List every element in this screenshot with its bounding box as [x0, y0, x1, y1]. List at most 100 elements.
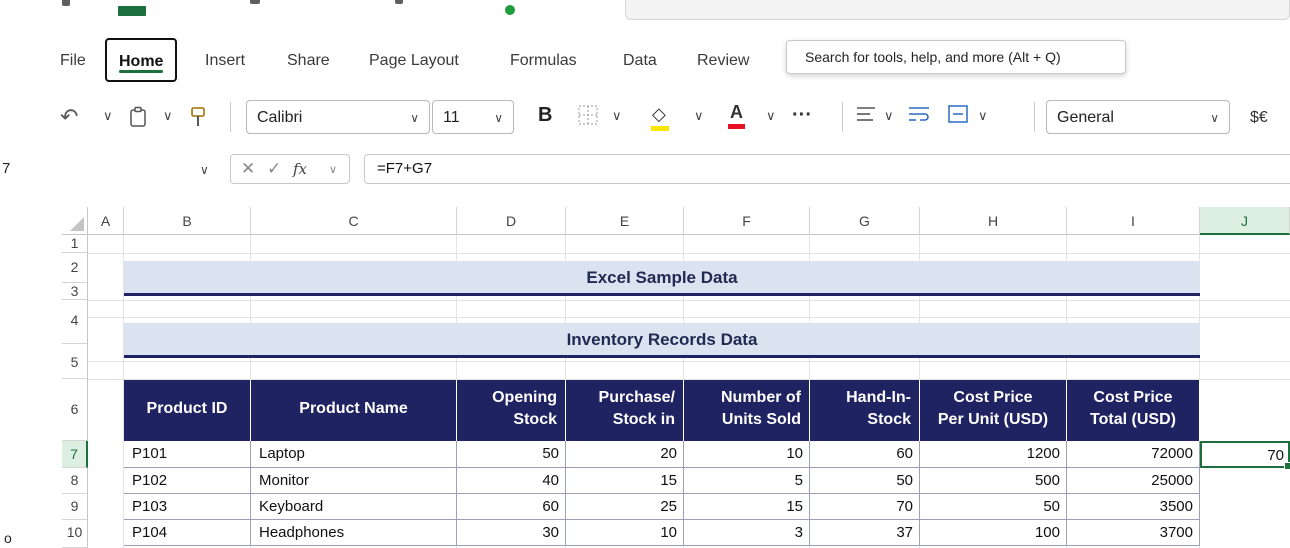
cell-g9[interactable]: 70 — [810, 494, 920, 520]
currency-format-button[interactable]: $€ — [1250, 107, 1268, 129]
cell-e7[interactable]: 20 — [566, 441, 684, 468]
search-box[interactable] — [625, 0, 1290, 20]
borders-icon[interactable] — [578, 105, 598, 130]
paste-icon[interactable] — [129, 106, 147, 133]
cancel-icon[interactable]: ✕ — [241, 159, 255, 179]
tab-file[interactable]: File — [60, 52, 86, 70]
table-header-units-sold[interactable]: Number of Units Sold — [684, 380, 810, 441]
insert-function-icon[interactable]: fx — [293, 160, 307, 178]
cell-f8[interactable]: 5 — [684, 468, 810, 494]
cell-e8[interactable]: 15 — [566, 468, 684, 494]
tab-insert[interactable]: Insert — [205, 52, 245, 70]
column-header-h[interactable]: H — [920, 207, 1067, 235]
fill-color-icon[interactable]: ◇ — [651, 104, 669, 131]
cell-h8[interactable]: 500 — [920, 468, 1067, 494]
row-header-4[interactable]: 4 — [62, 300, 88, 344]
row-header-9[interactable]: 9 — [62, 494, 88, 520]
cell-h9[interactable]: 50 — [920, 494, 1067, 520]
cell-e9[interactable]: 25 — [566, 494, 684, 520]
tab-data[interactable]: Data — [623, 52, 657, 70]
cell-g7[interactable]: 60 — [810, 441, 920, 468]
cell-g8[interactable]: 50 — [810, 468, 920, 494]
table-header-purchase[interactable]: Purchase/Stock in — [566, 380, 684, 441]
table-header-product-name[interactable]: Product Name — [251, 380, 457, 441]
row-header-2[interactable]: 2 — [62, 253, 88, 283]
cell-h10[interactable]: 100 — [920, 520, 1067, 546]
table-header-cost-per-unit[interactable]: Cost Price Per Unit (USD) — [920, 380, 1067, 441]
number-format-dropdown[interactable]: General ∨ — [1046, 100, 1230, 134]
tab-formulas[interactable]: Formulas — [510, 52, 577, 70]
column-header-i[interactable]: I — [1067, 207, 1200, 235]
cell-f7[interactable]: 10 — [684, 441, 810, 468]
cell-f10[interactable]: 3 — [684, 520, 810, 546]
table-header-product-id[interactable]: Product ID — [124, 380, 251, 441]
chevron-down-icon[interactable]: ∨ — [163, 108, 173, 124]
cell-b10[interactable]: P104 — [124, 520, 251, 546]
column-header-b[interactable]: B — [124, 207, 251, 235]
column-header-f[interactable]: F — [684, 207, 810, 235]
column-header-d[interactable]: D — [457, 207, 566, 235]
table-header-hand-in-stock[interactable]: Hand-In- Stock — [810, 380, 920, 441]
cell-d9[interactable]: 60 — [457, 494, 566, 520]
font-name-dropdown[interactable]: Calibri ∨ — [246, 100, 430, 134]
row-header-10[interactable]: 10 — [62, 520, 88, 548]
tab-page-layout[interactable]: Page Layout — [369, 52, 459, 70]
chevron-down-icon[interactable]: ∨ — [329, 163, 337, 176]
worksheet-grid[interactable]: A B C D E F G H I J 1 2 3 4 5 6 7 8 9 10… — [62, 207, 1290, 548]
table-header-opening-stock[interactable]: Opening Stock — [457, 380, 566, 441]
merge-center-icon[interactable] — [948, 105, 968, 128]
select-all-button[interactable] — [62, 207, 88, 235]
tab-review[interactable]: Review — [697, 52, 749, 70]
column-header-c[interactable]: C — [251, 207, 457, 235]
cell-c8[interactable]: Monitor — [251, 468, 457, 494]
row-header-3[interactable]: 3 — [62, 283, 88, 300]
format-painter-icon[interactable] — [190, 106, 206, 133]
row-header-5[interactable]: 5 — [62, 344, 88, 379]
wrap-text-icon[interactable] — [908, 105, 930, 128]
font-size-dropdown[interactable]: 11 ∨ — [432, 100, 514, 134]
chevron-down-icon[interactable]: ∨ — [694, 108, 704, 124]
tab-home[interactable]: Home — [105, 38, 178, 82]
row-header-7[interactable]: 7 — [62, 441, 88, 468]
column-header-a[interactable]: A — [88, 207, 124, 235]
cell-i10[interactable]: 3700 — [1067, 520, 1200, 546]
row-header-8[interactable]: 8 — [62, 468, 88, 494]
cell-i9[interactable]: 3500 — [1067, 494, 1200, 520]
name-box[interactable]: 7 ∨ — [0, 154, 220, 184]
column-header-e[interactable]: E — [566, 207, 684, 235]
tab-share[interactable]: Share — [287, 52, 330, 70]
cell-b9[interactable]: P103 — [124, 494, 251, 520]
cell-i7[interactable]: 72000 — [1067, 441, 1200, 468]
cell-c7[interactable]: Laptop — [251, 441, 457, 468]
chevron-down-icon[interactable]: ∨ — [978, 108, 988, 124]
cell-f9[interactable]: 15 — [684, 494, 810, 520]
row-header-1[interactable]: 1 — [62, 235, 88, 253]
cell-b7[interactable]: P101 — [124, 441, 251, 468]
cell-d8[interactable]: 40 — [457, 468, 566, 494]
undo-icon[interactable]: ↶ — [60, 106, 78, 128]
chevron-down-icon[interactable]: ∨ — [612, 108, 622, 124]
column-header-j[interactable]: J — [1200, 207, 1290, 235]
table-header-cost-total[interactable]: Cost Price Total (USD) — [1067, 380, 1200, 441]
font-color-icon[interactable]: A — [728, 102, 745, 129]
column-header-g[interactable]: G — [810, 207, 920, 235]
cell-d7[interactable]: 50 — [457, 441, 566, 468]
row-header-6[interactable]: 6 — [62, 379, 88, 441]
cell-e10[interactable]: 10 — [566, 520, 684, 546]
chevron-down-icon[interactable]: ∨ — [103, 108, 113, 124]
cell-d10[interactable]: 30 — [457, 520, 566, 546]
bold-button[interactable]: B — [538, 104, 552, 127]
chevron-down-icon[interactable]: ∨ — [884, 108, 894, 124]
more-options-icon[interactable]: ··· — [792, 104, 812, 126]
cell-i8[interactable]: 25000 — [1067, 468, 1200, 494]
cell-c9[interactable]: Keyboard — [251, 494, 457, 520]
cell-h7[interactable]: 1200 — [920, 441, 1067, 468]
align-icon[interactable] — [856, 105, 876, 128]
active-cell-j7[interactable]: 70 — [1200, 441, 1290, 470]
confirm-icon[interactable]: ✓ — [267, 159, 281, 179]
cell-c10[interactable]: Headphones — [251, 520, 457, 546]
chevron-down-icon[interactable]: ∨ — [766, 108, 776, 124]
cell-g10[interactable]: 37 — [810, 520, 920, 546]
formula-input[interactable]: =F7+G7 — [364, 154, 1290, 184]
cell-b8[interactable]: P102 — [124, 468, 251, 494]
